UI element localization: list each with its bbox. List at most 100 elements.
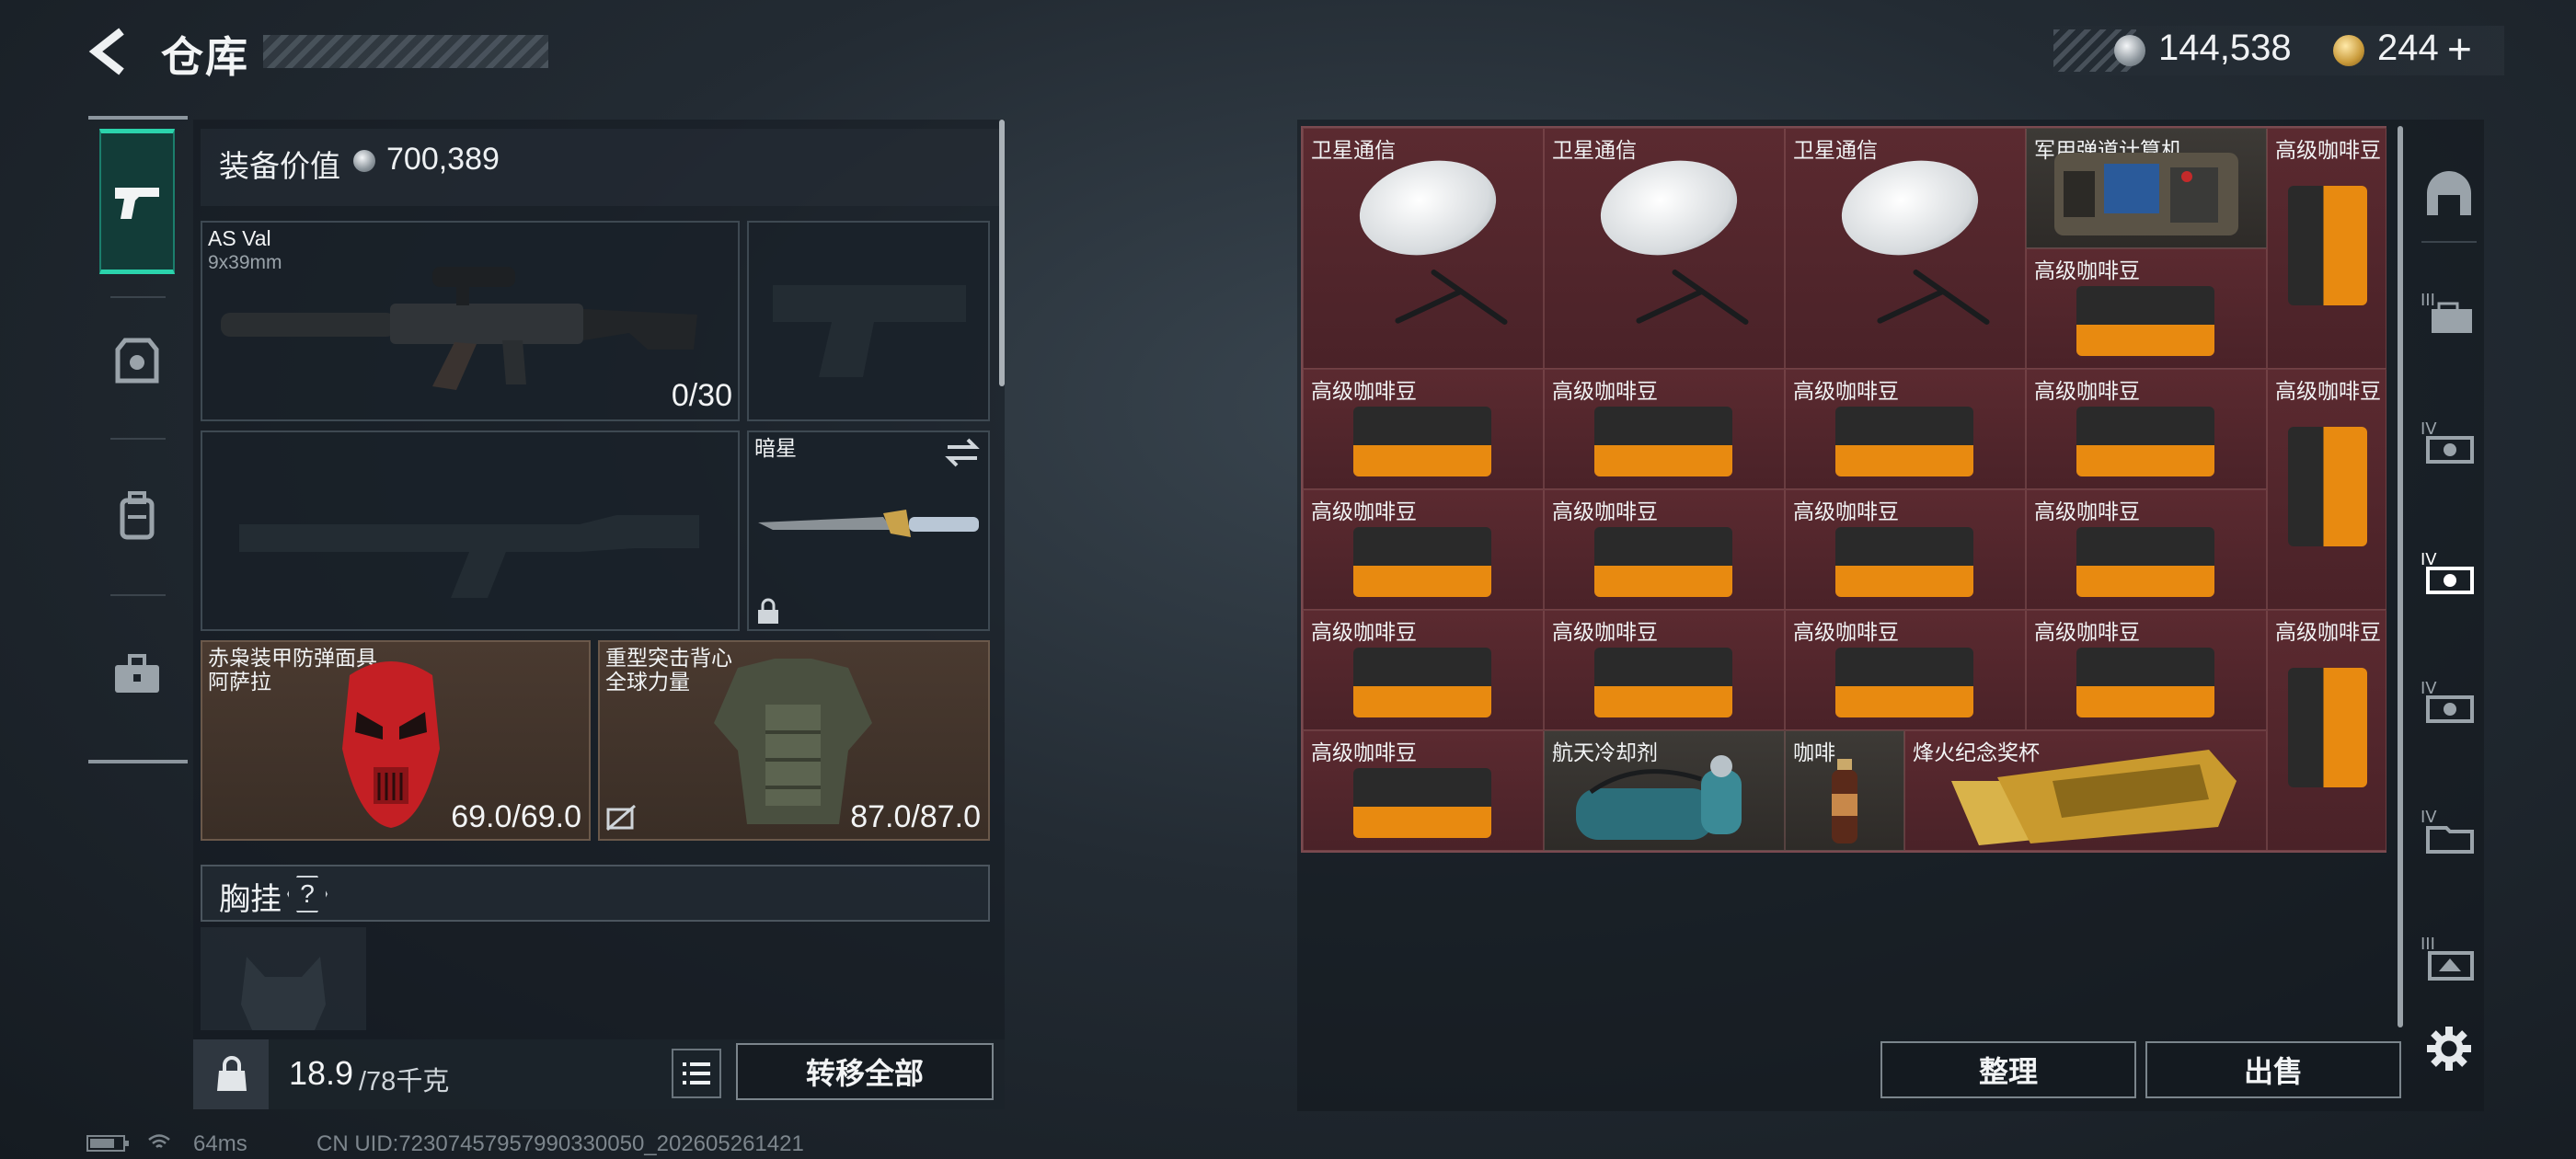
storage-scrollbar[interactable] [2398,126,2403,1027]
list-view-button[interactable] [672,1049,721,1098]
list-icon [683,1062,710,1084]
item-label: 高级咖啡豆 [1311,499,1417,523]
svg-text:IV: IV [2421,808,2437,827]
svg-text:III: III [2421,935,2435,954]
transfer-all-button[interactable]: 转移全部 [736,1043,994,1100]
item-satellite-comm[interactable]: 卫星通信 [1544,128,1785,369]
swap-icon[interactable] [944,438,981,467]
rail-tab-toolbox[interactable] [99,637,175,712]
coffee-bag-icon [2288,186,2367,305]
tripod-leg [1635,288,1705,325]
satellite-dish-icon [1351,148,1505,268]
rail-tab-armor[interactable] [99,324,175,399]
rail-divider [2421,241,2477,243]
item-premium-coffee[interactable]: 高级咖啡豆 [1785,610,2026,730]
no-repair-icon [606,804,636,832]
storage-tab-case-4a[interactable]: IV [2412,405,2486,478]
coffee-bag-icon [2076,407,2214,476]
rail-divider [88,760,188,763]
loadout-scrollbar[interactable] [999,120,1005,386]
back-button[interactable] [85,26,136,77]
helmet-slot[interactable]: 赤枭装甲防弹面具 阿萨拉 69.0/69.0 [201,640,591,841]
rail-tab-backpack[interactable] [99,478,175,554]
armor-icon [115,338,159,384]
svg-text:III: III [2421,291,2435,310]
storage-tab-case-4c[interactable]: IV [2412,664,2486,738]
as-val-rifle-icon [221,267,697,390]
rail-tab-weapons[interactable] [99,129,175,274]
item-premium-coffee[interactable]: 高级咖啡豆 [1303,489,1544,610]
tripod-leg [1394,288,1464,325]
coffee-bag-icon [1353,527,1491,597]
settings-button[interactable] [2412,1012,2486,1085]
tier-3-case-icon: III [2421,291,2472,333]
coffee-bag-icon [1594,527,1732,597]
melee-slot[interactable]: 暗星 [747,430,990,631]
sidearm-slot[interactable] [747,221,990,421]
secondary-weapon-slot[interactable] [201,430,740,631]
item-label: 高级咖啡豆 [2034,499,2140,523]
coffee-bag-icon [1835,527,1973,597]
item-premium-coffee[interactable]: 高级咖啡豆 [2026,489,2267,610]
coffee-bag-icon [1594,407,1732,476]
armor-slot[interactable]: 重型突击背心 全球力量 87.0/87.0 [598,640,990,841]
item-label: 卫星通信 [1311,138,1396,162]
item-coffee-drink[interactable]: 咖啡 [1785,730,1904,851]
pistol-silhouette-icon [773,285,966,377]
item-premium-coffee[interactable]: 高级咖啡豆 [1303,610,1544,730]
item-satellite-comm[interactable]: 卫星通信 [1303,128,1544,369]
chest-rig-slot[interactable] [201,927,366,1030]
storage-tab-case-4d[interactable]: IV [2412,793,2486,866]
sell-button[interactable]: 出售 [2145,1041,2401,1098]
item-label: 高级咖啡豆 [1311,740,1417,764]
item-premium-coffee[interactable]: 高级咖啡豆 [2026,610,2267,730]
sort-button[interactable]: 整理 [1880,1041,2136,1098]
gold-balance: 244 [2377,28,2439,68]
item-premium-coffee[interactable]: 高级咖啡豆 [2267,369,2386,610]
storage-tab-case-3[interactable]: III [2412,276,2486,350]
backpack-icon [120,491,155,540]
item-label: 高级咖啡豆 [1552,379,1658,403]
item-satellite-comm[interactable]: 卫星通信 [1785,128,2026,369]
coffee-bag-icon [2076,648,2214,717]
item-premium-coffee[interactable]: 高级咖啡豆 [2267,610,2386,851]
item-premium-coffee[interactable]: 高级咖啡豆 [1785,369,2026,489]
lock-icon [758,598,778,624]
tier-4-case-selected-icon: IV [2421,550,2474,594]
satellite-dish-icon [1592,148,1746,268]
item-premium-coffee[interactable]: 高级咖啡豆 [1303,730,1544,851]
item-premium-coffee[interactable]: 高级咖啡豆 [1544,489,1785,610]
item-premium-coffee[interactable]: 高级咖啡豆 [1785,489,2026,610]
item-premium-coffee[interactable]: 高级咖啡豆 [2026,248,2267,369]
pistol-icon [115,188,159,219]
item-premium-coffee[interactable]: 高级咖啡豆 [1544,610,1785,730]
item-ballistic-computer[interactable]: 军用弹道计算机 [2026,128,2267,248]
item-premium-coffee[interactable]: 高级咖啡豆 [1303,369,1544,489]
item-beacon-trophy[interactable]: 烽火纪念奖杯 [1904,730,2267,851]
storage-tab-case-4b-selected[interactable]: IV [2412,535,2486,609]
helmet-durability: 69.0/69.0 [451,799,581,834]
item-premium-coffee[interactable]: 高级咖啡豆 [1544,369,1785,489]
gold-coin-icon [2333,35,2364,66]
item-premium-coffee[interactable]: 高级咖啡豆 [2026,369,2267,489]
weight-bag-button[interactable] [193,1039,269,1109]
svg-text:IV: IV [2421,679,2437,698]
add-currency-button[interactable]: + [2447,26,2486,72]
coffee-bag-icon [2076,286,2214,356]
weight-capacity: /78千克 [359,1067,450,1096]
silver-coin-icon [353,150,375,172]
item-premium-coffee[interactable]: 高级咖啡豆 [2267,128,2386,369]
storage-tab-helmet[interactable] [2412,156,2486,230]
coffee-bag-icon [2288,668,2367,787]
storage-tab-case-3b[interactable]: III [2412,920,2486,993]
rifle-silhouette-icon [239,515,699,598]
item-label: 卫星通信 [1552,138,1637,162]
silver-balance: 144,538 [2158,28,2292,68]
primary-weapon-ammo: 0/30 [671,378,732,413]
coffee-bag-icon [2288,427,2367,546]
trophy-icon [1951,750,2237,845]
primary-weapon-slot[interactable]: AS Val 9x39mm 0/30 [201,221,740,421]
storage-grid: 卫星通信 卫星通信 卫星通信 军用弹道计算机 高级咖啡豆 高级咖啡豆 高级咖啡豆… [1301,126,2386,853]
item-aerospace-coolant[interactable]: 航天冷却剂 [1544,730,1785,851]
settings-gear-icon [2427,1027,2471,1071]
